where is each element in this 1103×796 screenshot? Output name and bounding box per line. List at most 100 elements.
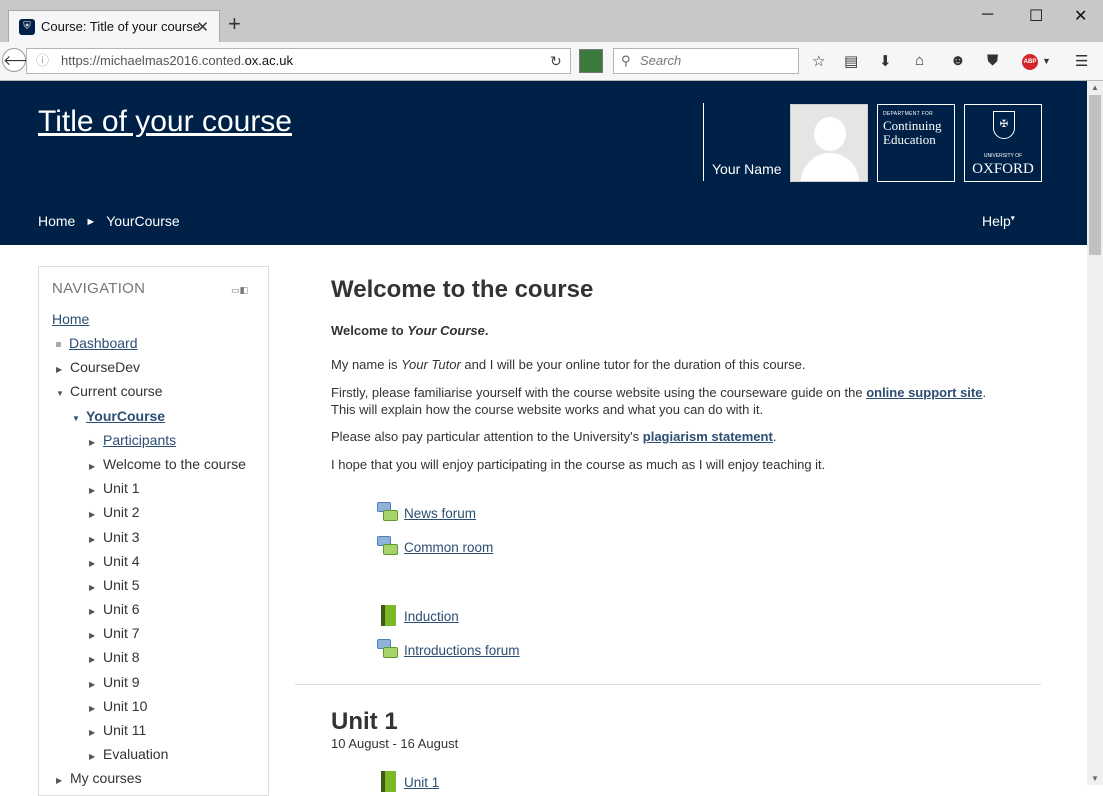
url-bar[interactable]: ⓘ https://michaelmas2016.conted.ox.ac.uk (26, 48, 571, 74)
plagiarism-link[interactable]: plagiarism statement (643, 429, 773, 444)
bookmark-star-icon[interactable]: ☆ (812, 52, 825, 70)
nav-section[interactable]: ▶ Welcome to the course (89, 456, 246, 472)
back-arrow-icon[interactable]: 🡐 (2, 48, 41, 72)
page-header: Title of your course Your Name DEPARTMEN… (0, 81, 1087, 245)
support-paragraph: Firstly, please familiarise yourself wit… (331, 384, 1011, 418)
nav-section[interactable]: ▶ Unit 7 (89, 625, 140, 641)
text: My name is (331, 357, 402, 372)
reload-icon[interactable]: ↻ (550, 53, 562, 70)
reading-list-icon[interactable]: ▤ (844, 52, 858, 70)
news-forum-activity[interactable]: News forum (377, 502, 476, 524)
caret-down-icon: ▼ (56, 389, 64, 398)
text: . (484, 323, 489, 338)
breadcrumb: Home ► YourCourse (38, 213, 180, 231)
home-icon[interactable]: ⌂ (915, 52, 924, 69)
new-tab-icon[interactable]: + (228, 13, 241, 35)
nav-section-label: Evaluation (103, 746, 169, 762)
welcome-paragraph: Welcome to Your Course. (331, 322, 1011, 339)
caret-right-icon: ▶ (89, 462, 96, 471)
user-name[interactable]: Your Name (712, 161, 782, 177)
nav-section[interactable]: ▶ Unit 11 (89, 722, 146, 738)
url-host: ox.ac.uk (244, 53, 293, 68)
page-scrollbar[interactable]: ▲ ▼ (1087, 81, 1103, 785)
help-caret-icon: ▾ (1010, 213, 1015, 223)
nav-participants-link[interactable]: Participants (103, 432, 176, 448)
news-forum-link[interactable]: News forum (404, 506, 476, 521)
nav-section[interactable]: ▶ Unit 2 (89, 504, 140, 520)
tab-title: Course: Title of your course (41, 19, 200, 34)
adblock-dropdown-icon[interactable]: ▼ (1042, 56, 1051, 66)
nav-section[interactable]: ▶ Unit 3 (89, 529, 140, 545)
pocket-icon[interactable]: ⛊ (987, 52, 998, 69)
unit-dates: 10 August - 16 August (331, 736, 459, 751)
scroll-thumb[interactable] (1089, 95, 1101, 255)
nav-your-course[interactable]: ▼ YourCourse (72, 408, 165, 424)
text: Welcome to (331, 323, 408, 338)
breadcrumb-home[interactable]: Home (38, 213, 75, 231)
course-title-link[interactable]: Title of your course (38, 105, 292, 139)
nav-section[interactable]: ▶ Unit 4 (89, 553, 140, 569)
menu-icon[interactable]: ☰ (1075, 52, 1088, 70)
nav-my-courses[interactable]: ▶ My courses (56, 770, 142, 786)
conted-logo[interactable]: DEPARTMENT FOR Continuing Education (877, 104, 955, 182)
nav-section[interactable]: ▶ Unit 1 (89, 480, 140, 496)
search-input[interactable]: ⚲ Search (613, 48, 799, 74)
nav-section[interactable]: ▶ Unit 8 (89, 649, 140, 665)
avatar[interactable] (790, 104, 868, 182)
nav-coursedev[interactable]: ▶ CourseDev (56, 359, 140, 375)
oxford-logo-big: OXFORD (972, 161, 1034, 177)
unit-activity[interactable]: Unit 1 (377, 771, 439, 793)
search-icon: ⚲ (621, 53, 631, 68)
text: and I will be your online tutor for the … (460, 357, 806, 372)
breadcrumb-course[interactable]: YourCourse (106, 213, 179, 231)
oxford-logo[interactable]: ✠ UNIVERSITY OF OXFORD (964, 104, 1042, 182)
close-tab-icon[interactable]: ✕ (196, 18, 209, 36)
nav-home[interactable]: Home (52, 311, 89, 327)
avatar-head (814, 117, 846, 151)
nav-dashboard[interactable]: Dashboard (56, 335, 138, 351)
adblock-icon[interactable]: ABP (1022, 54, 1038, 70)
book-icon (377, 771, 399, 793)
induction-activity[interactable]: Induction (377, 605, 459, 627)
introductions-forum-link[interactable]: Introductions forum (404, 643, 520, 658)
nav-section-label: Unit 2 (103, 504, 140, 520)
nav-dashboard-link[interactable]: Dashboard (69, 335, 138, 351)
common-room-link[interactable]: Common room (404, 540, 493, 555)
nav-your-course-link[interactable]: YourCourse (86, 408, 165, 424)
nav-section[interactable]: ▶ Unit 6 (89, 601, 140, 617)
smiley-icon[interactable]: ☻ (950, 52, 966, 69)
unit-activity-link[interactable]: Unit 1 (404, 775, 439, 790)
nav-my-courses-label: My courses (70, 770, 142, 786)
search-placeholder: Search (640, 53, 682, 68)
nav-section[interactable]: ▶ Evaluation (89, 746, 168, 762)
info-icon[interactable]: ⓘ (36, 49, 49, 73)
nav-section[interactable]: ▶ Unit 10 (89, 698, 147, 714)
block-controls-icon[interactable]: ▭◧ (231, 285, 248, 296)
forum-icon (377, 502, 399, 524)
scroll-up-icon[interactable]: ▲ (1091, 83, 1099, 92)
nav-current-course[interactable]: ▼ Current course (56, 383, 163, 399)
online-support-link[interactable]: online support site (866, 385, 982, 400)
nav-section[interactable]: ▶ Unit 9 (89, 674, 140, 690)
common-room-activity[interactable]: Common room (377, 536, 493, 558)
window-close-icon[interactable]: ✕ (1074, 6, 1087, 26)
scroll-down-icon[interactable]: ▼ (1091, 774, 1099, 783)
maximize-icon[interactable]: ☐ (1029, 6, 1043, 26)
help-menu[interactable]: Help▾ (982, 213, 1015, 229)
addon-icon[interactable] (579, 49, 603, 73)
induction-link[interactable]: Induction (404, 609, 459, 624)
caret-right-icon: ▶ (89, 752, 96, 761)
minimize-icon[interactable]: ─ (982, 6, 993, 24)
text: . (772, 429, 777, 444)
nav-section-label: Unit 5 (103, 577, 140, 593)
introductions-forum-activity[interactable]: Introductions forum (377, 639, 520, 661)
nav-home-link[interactable]: Home (52, 311, 89, 327)
nav-section[interactable]: ▶ Unit 5 (89, 577, 140, 593)
download-icon[interactable]: ⬇ (879, 52, 892, 70)
conted-logo-big: Continuing Education (883, 118, 942, 147)
nav-participants[interactable]: ▶ Participants (89, 432, 176, 448)
nav-section-label: Unit 8 (103, 649, 140, 665)
browser-tab[interactable]: ⛨ Course: Title of your course ✕ (8, 10, 220, 42)
unit-heading: Unit 1 (331, 708, 398, 735)
nav-current-course-label: Current course (70, 383, 163, 399)
